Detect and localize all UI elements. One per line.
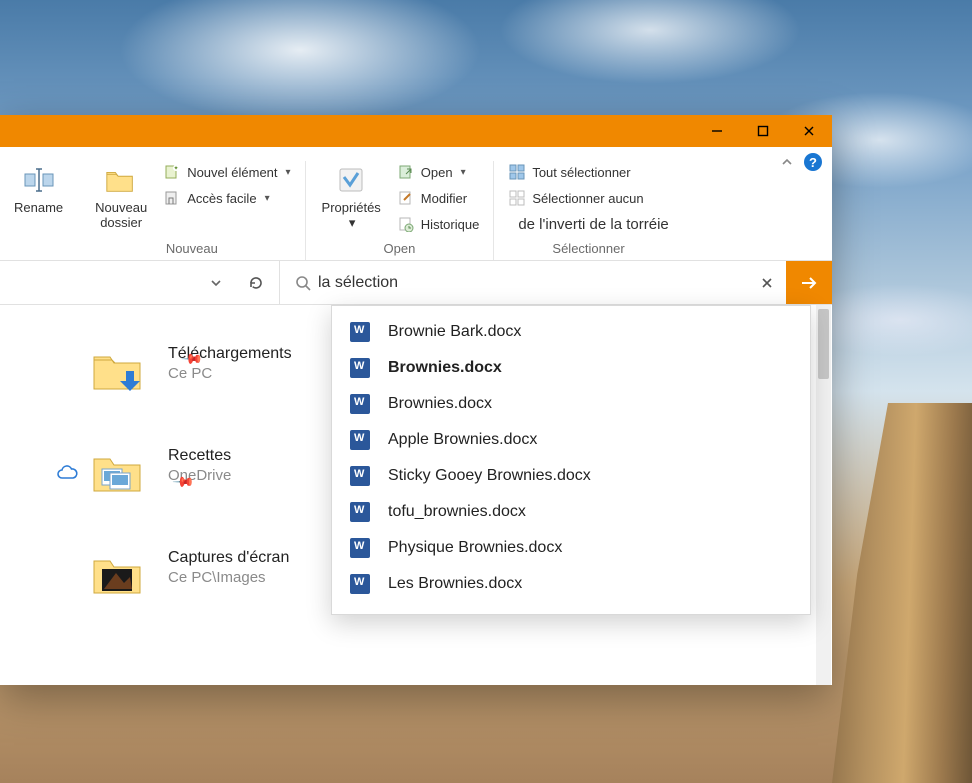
- word-file-icon: [350, 322, 370, 342]
- search-box[interactable]: [280, 261, 748, 304]
- history-button[interactable]: Historique: [395, 213, 482, 235]
- open-label: Open: [421, 165, 453, 180]
- chevron-down-icon: ▾: [265, 193, 270, 204]
- suggestion-label: Brownie Bark.docx: [388, 323, 521, 341]
- search-input[interactable]: [312, 270, 744, 296]
- suggestion-label: Les Brownies.docx: [388, 575, 522, 593]
- screenshots-folder-icon: [90, 549, 148, 599]
- history-label: Historique: [421, 217, 480, 232]
- select-none-label: Sélectionner aucun: [532, 191, 643, 206]
- new-folder-icon: [104, 163, 138, 197]
- new-item-label: Nouvel élément: [187, 165, 277, 180]
- suggestion-label: Sticky Gooey Brownies.docx: [388, 467, 591, 485]
- history-icon: [397, 215, 415, 233]
- address-search-row: [0, 261, 832, 305]
- search-go-button[interactable]: [786, 261, 832, 304]
- address-bar[interactable]: [0, 261, 280, 304]
- suggestion-label: Brownies.docx: [388, 395, 492, 413]
- pictures-folder-icon: [90, 447, 148, 497]
- select-all-label: Tout sélectionner: [532, 165, 630, 180]
- open-button[interactable]: Open ▾: [395, 161, 482, 183]
- folder-sub: Ce PC\Images: [168, 569, 289, 586]
- chevron-down-icon: ▾: [349, 216, 356, 231]
- suggestion-label: Apple Brownies.docx: [388, 431, 537, 449]
- new-item-button[interactable]: ✦ Nouvel élément ▾: [161, 161, 292, 183]
- edit-button[interactable]: Modifier: [395, 187, 482, 209]
- suggestion-item[interactable]: Les Brownies.docx: [332, 566, 810, 602]
- invert-selection-button[interactable]: de l'inverti de la torréie: [506, 213, 670, 235]
- search-suggestions-dropdown: Brownie Bark.docx Brownies.docx Brownies…: [331, 305, 811, 615]
- title-bar: [0, 115, 832, 147]
- new-folder-button[interactable]: Nouveau dossier: [91, 161, 151, 233]
- new-item-icon: ✦: [163, 163, 181, 181]
- ribbon: ? Rename: [0, 147, 832, 261]
- rename-label: Rename: [14, 201, 63, 216]
- word-file-icon: [350, 394, 370, 414]
- clear-search-button[interactable]: [748, 261, 786, 304]
- suggestion-label: Physique Brownies.docx: [388, 539, 562, 557]
- suggestion-item[interactable]: Apple Brownies.docx: [332, 422, 810, 458]
- chevron-down-icon: ▾: [286, 167, 291, 178]
- content-area: Téléchargements Ce PC 📌: [0, 305, 832, 685]
- ribbon-group-selectionner: Sélectionner: [506, 235, 670, 256]
- word-file-icon: [350, 358, 370, 378]
- suggestion-label: Brownies.docx: [388, 359, 502, 377]
- edit-icon: [397, 189, 415, 207]
- ribbon-group-open: Open: [318, 235, 482, 256]
- new-folder-label: Nouveau dossier: [95, 201, 147, 231]
- select-none-icon: [508, 189, 526, 207]
- suggestion-item[interactable]: tofu_brownies.docx: [332, 494, 810, 530]
- easy-access-label: Accès facile: [187, 191, 256, 206]
- suggestion-item[interactable]: Physique Brownies.docx: [332, 530, 810, 566]
- invert-selection-icon: [508, 215, 512, 233]
- folder-title: Recettes: [168, 447, 231, 465]
- open-icon: [397, 163, 415, 181]
- word-file-icon: [350, 466, 370, 486]
- word-file-icon: [350, 430, 370, 450]
- word-file-icon: [350, 538, 370, 558]
- suggestion-item[interactable]: Brownie Bark.docx: [332, 314, 810, 350]
- help-icon[interactable]: ?: [804, 153, 822, 171]
- rename-icon: [22, 163, 56, 197]
- easy-access-button[interactable]: Accès facile ▾: [161, 187, 292, 209]
- refresh-button[interactable]: [239, 266, 273, 300]
- file-explorer-window: ? Rename: [0, 115, 832, 685]
- invert-selection-label: de l'inverti de la torréie: [518, 216, 668, 233]
- suggestion-item[interactable]: Brownies.docx: [332, 350, 810, 386]
- svg-text:✦: ✦: [174, 165, 179, 172]
- word-file-icon: [350, 502, 370, 522]
- chevron-down-icon: ▾: [461, 167, 466, 178]
- properties-icon: [334, 163, 368, 197]
- properties-button[interactable]: Propriétés ▾: [318, 161, 385, 233]
- minimize-button[interactable]: [694, 115, 740, 147]
- ribbon-group-nouveau: Nouveau: [91, 235, 292, 256]
- ribbon-collapse-icon[interactable]: [780, 155, 794, 169]
- close-button[interactable]: [786, 115, 832, 147]
- address-dropdown-button[interactable]: [199, 266, 233, 300]
- easy-access-icon: [163, 189, 181, 207]
- downloads-folder-icon: [90, 345, 148, 395]
- folder-sub: Ce PC: [168, 365, 292, 382]
- maximize-button[interactable]: [740, 115, 786, 147]
- cloud-icon: [56, 465, 78, 481]
- search-icon: [294, 274, 312, 292]
- select-all-button[interactable]: Tout sélectionner: [506, 161, 670, 183]
- select-all-icon: [508, 163, 526, 181]
- suggestion-item[interactable]: Sticky Gooey Brownies.docx: [332, 458, 810, 494]
- word-file-icon: [350, 574, 370, 594]
- properties-label: Propriétés: [322, 201, 381, 216]
- suggestion-item[interactable]: Brownies.docx: [332, 386, 810, 422]
- folder-title: Captures d'écran: [168, 549, 289, 567]
- suggestion-label: tofu_brownies.docx: [388, 503, 526, 521]
- rename-button[interactable]: Rename: [10, 161, 67, 218]
- edit-label: Modifier: [421, 191, 467, 206]
- select-none-button[interactable]: Sélectionner aucun: [506, 187, 670, 209]
